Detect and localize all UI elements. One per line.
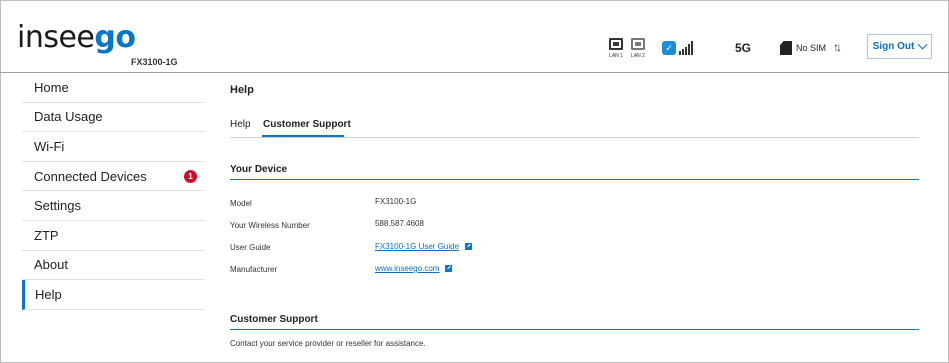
model-label: Model xyxy=(230,199,252,208)
sidebar-nav: Home Data Usage Wi-Fi Connected Devices 1… xyxy=(22,73,204,310)
external-link-icon[interactable] xyxy=(465,243,473,250)
data-activity-icon: ↑↓ xyxy=(833,40,842,54)
network-type: 5G xyxy=(735,41,752,55)
lan-port-icon xyxy=(631,38,645,50)
inseego-logo: inseego xyxy=(17,20,136,55)
section-title-customer-support: Customer Support xyxy=(230,314,318,325)
sidebar-item-home[interactable]: Home xyxy=(22,73,204,103)
wireless-number-label: Your Wireless Number xyxy=(230,221,310,230)
sidebar-item-help[interactable]: Help xyxy=(22,280,204,310)
logo-text-right: go xyxy=(94,20,136,55)
manufacturer-link[interactable]: www.inseego.com xyxy=(375,264,439,273)
tab-customer-support[interactable]: Customer Support xyxy=(263,119,351,130)
wifi-status-icon: ✓ xyxy=(662,41,676,55)
manufacturer-row: www.inseego.com xyxy=(375,264,453,273)
section-title-your-device: Your Device xyxy=(230,164,288,175)
user-guide-row: FX3100-1G User Guide xyxy=(375,242,473,251)
signal-strength-icon xyxy=(679,41,693,55)
sidebar-item-ztp[interactable]: ZTP xyxy=(22,221,204,251)
tabs-divider xyxy=(230,137,919,138)
sidebar-item-about[interactable]: About xyxy=(22,251,204,281)
model-value: FX3100-1G xyxy=(375,197,417,206)
lan-port-icon xyxy=(609,38,623,50)
device-model-label: FX3100-1G xyxy=(131,57,178,67)
page-title: Help xyxy=(230,84,254,96)
user-guide-link[interactable]: FX3100-1G User Guide xyxy=(375,242,459,251)
sidebar-item-label: Home xyxy=(34,79,69,95)
sidebar-item-label: About xyxy=(34,257,68,273)
external-link-icon[interactable] xyxy=(445,265,453,272)
manufacturer-label: Manufacturer xyxy=(230,265,278,274)
sidebar-item-label: Connected Devices xyxy=(34,168,147,184)
sidebar-item-label: Help xyxy=(35,286,62,302)
sidebar-item-label: Data Usage xyxy=(34,109,103,125)
sidebar-item-wifi[interactable]: Wi-Fi xyxy=(22,132,204,162)
sign-out-button[interactable]: Sign Out xyxy=(867,34,932,59)
sidebar-item-label: Wi-Fi xyxy=(34,138,65,154)
chevron-down-icon xyxy=(917,39,928,50)
tab-help[interactable]: Help xyxy=(230,119,251,130)
sim-status: No SIM xyxy=(796,43,827,53)
user-guide-label: User Guide xyxy=(230,243,271,252)
sidebar-item-label: Settings xyxy=(34,198,81,214)
wireless-number-value: 588.587.4608 xyxy=(375,219,424,228)
sidebar-item-connected-devices[interactable]: Connected Devices 1 xyxy=(22,162,204,192)
sidebar-item-label: ZTP xyxy=(34,227,59,243)
section-divider xyxy=(230,179,919,180)
notification-badge: 1 xyxy=(184,169,197,183)
section-divider xyxy=(230,329,919,330)
sidebar-item-data-usage[interactable]: Data Usage xyxy=(22,103,204,133)
lan1-status: LAN 1 xyxy=(606,38,626,59)
logo-text-left: insee xyxy=(17,20,95,55)
lan2-status: LAN 2 xyxy=(628,38,648,59)
support-message: Contact your service provider or reselle… xyxy=(230,339,426,348)
sidebar-item-settings[interactable]: Settings xyxy=(22,191,204,221)
lan2-label: LAN 2 xyxy=(631,53,645,59)
lan1-label: LAN 1 xyxy=(609,53,623,59)
sign-out-label: Sign Out xyxy=(872,41,915,52)
